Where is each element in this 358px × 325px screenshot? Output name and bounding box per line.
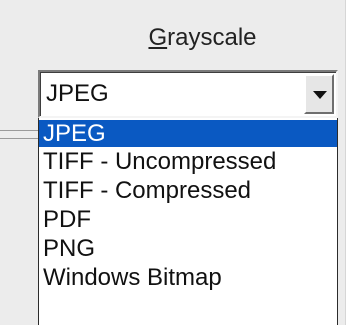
panel-edge: [345, 0, 358, 325]
chevron-down-icon: [313, 91, 327, 99]
option-windows-bitmap[interactable]: Windows Bitmap: [39, 263, 337, 292]
option-pdf[interactable]: PDF: [39, 205, 337, 234]
format-select-value: JPEG: [46, 80, 109, 107]
dropdown-button[interactable]: [304, 74, 334, 114]
format-select[interactable]: JPEG: [38, 70, 338, 118]
label-mnemonic: G: [148, 24, 168, 51]
grayscale-label: Grayscale: [0, 24, 345, 52]
option-jpeg[interactable]: JPEG: [39, 120, 337, 147]
option-png[interactable]: PNG: [39, 234, 337, 263]
label-text: rayscale: [167, 24, 257, 51]
divider-line: [0, 138, 38, 139]
option-tiff-compressed[interactable]: TIFF - Compressed: [39, 176, 337, 205]
divider-line: [0, 130, 38, 131]
option-tiff-uncompressed[interactable]: TIFF - Uncompressed: [39, 147, 337, 176]
format-dropdown-list: JPEG TIFF - Uncompressed TIFF - Compress…: [38, 118, 338, 325]
